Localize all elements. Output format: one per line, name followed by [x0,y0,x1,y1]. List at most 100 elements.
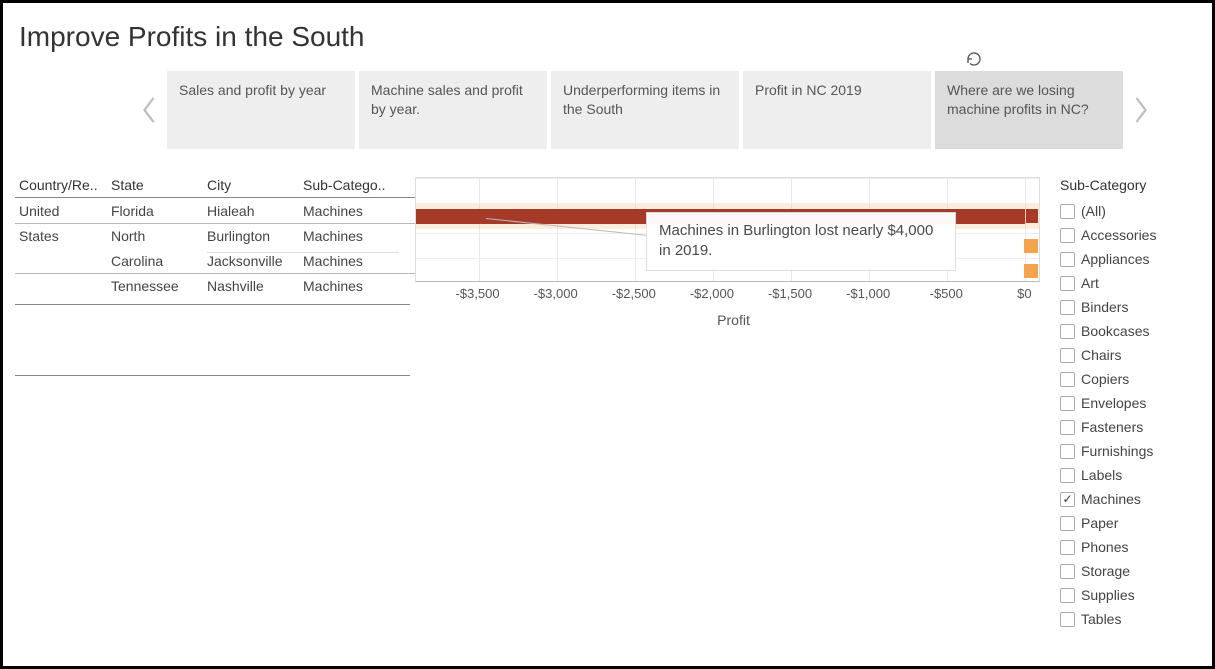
header-country: Country/Re.. [15,177,111,193]
checkbox-icon[interactable] [1060,492,1075,507]
filter-option-label: Bookcases [1081,323,1149,339]
cell-state-4: Tennessee [111,278,207,294]
filter-option-label: Fasteners [1081,419,1143,435]
filter-option[interactable]: Binders [1060,295,1200,319]
filter-option[interactable]: Paper [1060,511,1200,535]
checkbox-icon[interactable] [1060,348,1075,363]
axis-tick: -$1,000 [846,286,890,301]
checkbox-icon[interactable] [1060,372,1075,387]
cell-country-2: States [15,228,111,244]
filter-option[interactable]: Accessories [1060,223,1200,247]
cell-sub-3: Machines [303,252,399,269]
header-state: State [111,177,207,193]
filter-option[interactable]: Phones [1060,535,1200,559]
axis-tick: -$500 [930,286,963,301]
axis-tick: $0 [1017,286,1031,301]
page-title: Improve Profits in the South [19,21,1200,53]
checkbox-icon[interactable] [1060,420,1075,435]
checkbox-icon[interactable] [1060,300,1075,315]
cell-state-2: North [111,228,207,244]
filter-option[interactable]: Tables [1060,607,1200,631]
filter-option-label: Copiers [1081,371,1129,387]
story-point-0[interactable]: Sales and profit by year [167,71,355,149]
story-point-1[interactable]: Machine sales and profit by year. [359,71,547,149]
refresh-icon[interactable] [966,51,982,67]
checkbox-icon[interactable] [1060,396,1075,411]
bar-chart: Machines in Burlington lost nearly $4,00… [415,177,1052,357]
filter-option-label: Art [1081,275,1099,291]
filter-option-label: Chairs [1081,347,1121,363]
filter-option[interactable]: Machines [1060,487,1200,511]
checkbox-icon[interactable] [1060,588,1075,603]
filter-option-label: Accessories [1081,227,1156,243]
filter-option-label: Binders [1081,299,1128,315]
checkbox-icon[interactable] [1060,540,1075,555]
filter-option[interactable]: Furnishings [1060,439,1200,463]
filter-option[interactable]: Art [1060,271,1200,295]
filter-option[interactable]: Copiers [1060,367,1200,391]
dashboard-frame: Improve Profits in the South Sales and p… [0,0,1215,669]
bar-small[interactable] [1024,239,1038,253]
checkbox-icon[interactable] [1060,516,1075,531]
filter-option-label: Tables [1081,611,1121,627]
filter-title: Sub-Category [1060,177,1200,193]
row-header-grid: Country/Re.. State City Sub-Catego.. Uni… [15,177,415,631]
checkbox-icon[interactable] [1060,204,1075,219]
filter-option[interactable]: Chairs [1060,343,1200,367]
filter-option[interactable]: Envelopes [1060,391,1200,415]
header-subcat: Sub-Catego.. [303,177,399,193]
checkbox-icon[interactable] [1060,228,1075,243]
filter-option[interactable]: (All) [1060,199,1200,223]
story-navigator: Sales and profit by year Machine sales a… [135,71,1200,149]
filter-option[interactable]: Supplies [1060,583,1200,607]
filter-option-label: Labels [1081,467,1122,483]
cell-city-3: Jacksonville [207,252,303,269]
cell-sub-4: Machines [303,278,399,294]
header-city: City [207,177,303,193]
checkbox-icon[interactable] [1060,276,1075,291]
checkbox-icon[interactable] [1060,324,1075,339]
story-point-3[interactable]: Profit in NC 2019 [743,71,931,149]
x-axis-label: Profit [415,312,1052,328]
cell-country: United [15,203,111,219]
cell-state: Florida [111,203,207,219]
cell-state-2b: Carolina [111,253,207,269]
filter-option-label: (All) [1081,203,1106,219]
filter-option-label: Storage [1081,563,1130,579]
axis-tick: -$2,000 [690,286,734,301]
filter-option[interactable]: Storage [1060,559,1200,583]
story-next-arrow[interactable] [1127,80,1155,140]
filter-option-label: Appliances [1081,251,1150,267]
axis-tick: -$3,000 [534,286,578,301]
filter-option-label: Furnishings [1081,443,1153,459]
cell-city-4: Nashville [207,278,303,294]
filter-option-label: Machines [1081,491,1141,507]
cell-sub-2: Machines [303,228,399,244]
story-prev-arrow[interactable] [135,80,163,140]
cell-sub: Machines [303,203,399,219]
filter-option[interactable]: Bookcases [1060,319,1200,343]
checkbox-icon[interactable] [1060,252,1075,267]
filter-option[interactable]: Fasteners [1060,415,1200,439]
story-point-4[interactable]: Where are we losing machine profits in N… [935,71,1123,149]
cell-city-2: Burlington [207,228,303,244]
axis-tick: -$2,500 [612,286,656,301]
filter-option-label: Phones [1081,539,1128,555]
filter-option-label: Envelopes [1081,395,1146,411]
axis-tick: -$3,500 [455,286,499,301]
bar-small[interactable] [1024,264,1038,278]
axis-tick: -$1,500 [768,286,812,301]
filter-option[interactable]: Appliances [1060,247,1200,271]
checkbox-icon[interactable] [1060,444,1075,459]
checkbox-icon[interactable] [1060,564,1075,579]
checkbox-icon[interactable] [1060,468,1075,483]
checkbox-icon[interactable] [1060,612,1075,627]
story-point-2[interactable]: Underperforming items in the South [551,71,739,149]
filter-option-label: Paper [1081,515,1118,531]
filter-option[interactable]: Labels [1060,463,1200,487]
bar-row[interactable] [416,178,1039,203]
cell-city: Hialeah [207,203,303,219]
annotation-box[interactable]: Machines in Burlington lost nearly $4,00… [646,212,956,271]
filter-panel: Sub-Category (All) Accessories Appliances A… [1060,177,1200,631]
filter-option-label: Supplies [1081,587,1135,603]
